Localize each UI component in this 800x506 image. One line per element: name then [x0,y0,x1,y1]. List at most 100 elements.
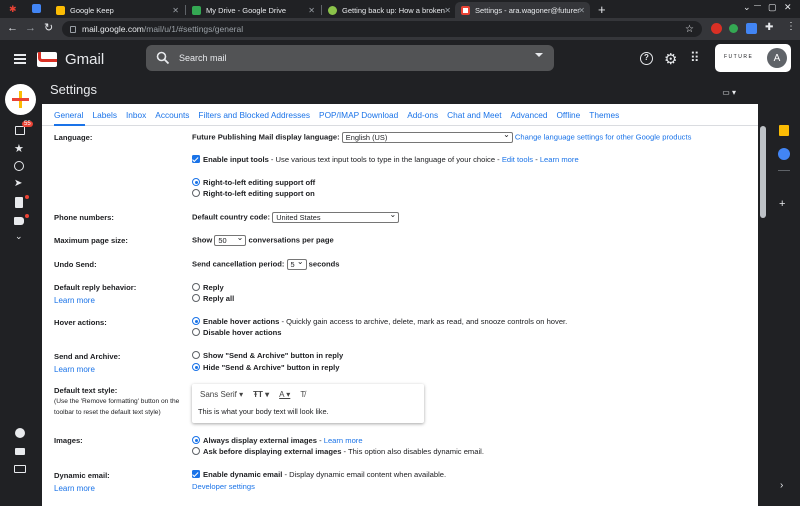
help-icon[interactable]: ? [640,52,653,65]
dynamic-learn-more-link[interactable]: Learn more [54,484,110,493]
rtl-on-option[interactable]: Right-to-left editing support on [192,189,315,198]
learn-more-link[interactable]: Learn more [540,155,579,164]
tab-gmail-settings[interactable]: Settings - ara.wagoner@futurene ✕ [455,2,590,18]
tab-pop-imap[interactable]: POP/IMAP Download [319,110,398,120]
extensions-puzzle-icon[interactable]: ✚ [765,22,773,33]
tab-accounts[interactable]: Accounts [155,110,189,120]
new-tab-button[interactable]: + [598,2,606,17]
country-code-select[interactable]: United States [272,210,400,223]
forward-arrow-icon[interactable]: → [25,22,36,34]
starred-icon[interactable]: ★ [14,142,24,155]
search-input[interactable]: Search mail [179,53,227,63]
edit-tools-link[interactable]: Edit tools [502,155,533,164]
tab-article[interactable]: Getting back up: How a broken C ✕ [322,2,456,18]
rtl-on-radio[interactable] [192,189,200,197]
tab-addons[interactable]: Add-ons [407,110,438,120]
gmail-brand[interactable]: Gmail [65,51,104,68]
remove-formatting-icon[interactable]: T̸ [300,390,305,399]
search-bar[interactable]: Search mail [146,45,554,71]
tab-search-icon[interactable]: ⌄ [743,2,751,13]
close-icon[interactable]: ✕ [172,6,179,15]
reply-all-option[interactable]: Reply all [192,294,234,303]
change-language-link[interactable]: Change language settings for other Googl… [515,133,691,142]
more-chevron-icon[interactable]: ⌄ [15,231,23,242]
close-window-button[interactable]: ✕ [784,2,792,13]
tab-inbox[interactable]: Inbox [126,110,146,120]
chat-icon[interactable] [15,428,25,438]
reload-icon[interactable]: ↻ [44,22,53,34]
dynamic-email-option[interactable]: Enable dynamic email - Display dynamic e… [192,470,446,479]
tab-advanced[interactable]: Advanced [511,110,548,120]
show-send-archive-option[interactable]: Show "Send & Archive" button in reply [192,351,343,360]
inbox-icon[interactable] [15,126,25,135]
labels-icon[interactable] [14,217,24,225]
account-switcher[interactable]: FUTURE A [715,44,791,72]
tab-chat-meet[interactable]: Chat and Meet [447,110,501,120]
font-family-select[interactable]: Sans Serif ▾ [200,390,243,399]
grid-app-icon[interactable]: ✱ [9,4,17,15]
rtl-off-radio[interactable] [192,178,200,186]
dynamic-email-checkbox[interactable] [192,470,200,478]
images-learn-more-link[interactable]: Learn more [324,436,363,445]
settings-gear-icon[interactable]: ⚙ [664,50,677,68]
ask-before-images-option[interactable]: Ask before displaying external images - … [192,447,484,456]
developer-settings-link[interactable]: Developer settings [192,482,255,491]
close-icon[interactable]: ✕ [444,6,451,15]
hover-disable-radio[interactable] [192,328,200,336]
gmail-logo-icon[interactable] [37,52,57,67]
reply-radio[interactable] [192,283,200,291]
scrollbar-thumb[interactable] [760,126,766,218]
calendar-tab-icon[interactable] [32,4,41,13]
extension-shield-icon[interactable] [711,23,722,34]
hover-enable-option[interactable]: Enable hover actions - Quickly gain acce… [192,317,567,326]
snoozed-icon[interactable] [14,161,24,171]
back-arrow-icon[interactable]: ← [7,22,18,34]
reply-option[interactable]: Reply [192,283,224,292]
tab-google-drive[interactable]: My Drive - Google Drive ✕ [186,2,320,18]
search-options-icon[interactable] [535,53,543,57]
add-panel-icon[interactable]: + [779,198,785,210]
compose-button[interactable] [5,84,36,115]
meet-icon[interactable] [15,448,25,455]
main-menu-icon[interactable] [14,54,26,66]
apps-grid-icon[interactable]: ⠿ [690,50,699,66]
maximize-button[interactable]: ▢ [768,2,777,13]
tasks-panel-icon[interactable] [778,148,790,160]
always-display-images-option[interactable]: Always display external images - Learn m… [192,436,363,445]
address-bar[interactable]: mail.google.com/mail/u/1/#settings/gener… [62,21,702,37]
reply-learn-more-link[interactable]: Learn more [54,296,136,305]
rtl-off-option[interactable]: Right-to-left editing support off [192,178,315,187]
input-tools-checkbox[interactable] [192,155,200,163]
reply-all-radio[interactable] [192,294,200,302]
show-send-archive-radio[interactable] [192,351,200,359]
tab-filters[interactable]: Filters and Blocked Addresses [198,110,310,120]
bookmark-star-icon[interactable]: ☆ [685,24,694,35]
close-icon[interactable]: ✕ [578,6,585,15]
cancel-period-select[interactable]: 5 [286,257,307,270]
send-archive-learn-more-link[interactable]: Learn more [54,365,120,374]
ask-before-images-radio[interactable] [192,447,200,455]
tab-general[interactable]: General [54,110,84,120]
close-icon[interactable]: ✕ [308,6,315,15]
hover-enable-radio[interactable] [192,317,200,325]
extension-dot-icon[interactable] [729,24,738,33]
page-size-select[interactable]: 50 [214,233,247,246]
extension-blue-icon[interactable] [746,23,757,34]
text-color-icon[interactable]: A ▾ [279,390,290,399]
sent-icon[interactable]: ➤ [14,178,22,189]
avatar[interactable]: A [767,48,787,68]
font-size-icon[interactable]: ŦT ▾ [253,390,269,399]
tab-google-keep[interactable]: Google Keep ✕ [50,2,184,18]
hide-send-archive-radio[interactable] [192,363,200,371]
keyboard-icon[interactable] [14,465,26,473]
input-tools-icon[interactable]: ▭ ▾ [722,88,736,97]
tab-labels[interactable]: Labels [93,110,117,120]
calendar-panel-icon[interactable] [779,125,789,136]
browser-menu-icon[interactable]: ⋮ [786,21,796,32]
drafts-icon[interactable] [15,197,23,208]
search-icon[interactable] [156,51,170,65]
minimize-button[interactable]: — [754,2,761,9]
hide-send-archive-option[interactable]: Hide "Send & Archive" button in reply [192,363,339,372]
expand-panel-icon[interactable]: › [780,480,783,491]
hover-disable-option[interactable]: Disable hover actions [192,328,282,337]
